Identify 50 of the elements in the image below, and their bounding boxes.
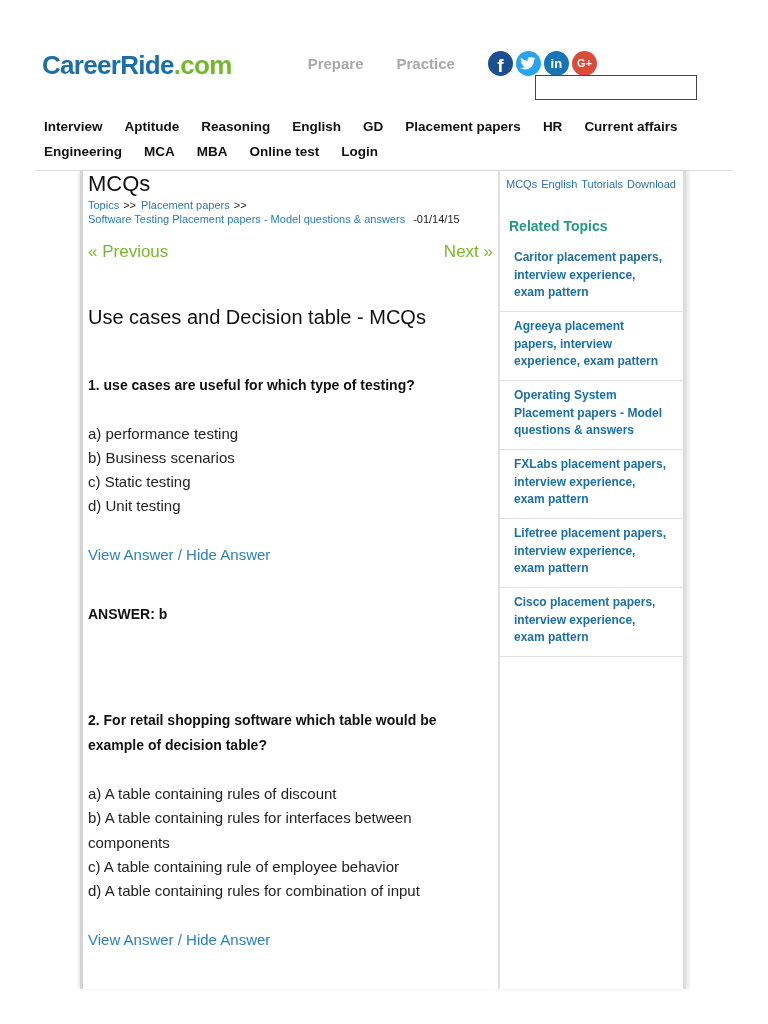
nav-link[interactable]: MBA [196,138,228,164]
nav-link[interactable]: MCA [144,138,175,164]
related-topic-link[interactable]: Cisco placement papers, interview experience, exam pattern [500,588,683,657]
twitter-icon[interactable] [515,51,541,76]
nav-link[interactable]: Login [341,138,379,164]
sidebar-tab[interactable]: English [541,176,578,192]
sidebar-tab[interactable]: Download [627,176,676,192]
nav-link[interactable]: GD [363,113,384,139]
related-topic-link[interactable]: Agreeya placement papers, interview experience, exam pattern [500,312,683,381]
nav-link[interactable]: Engineering [44,138,122,164]
nav-link[interactable]: English [292,113,342,139]
search-field[interactable] [534,75,697,100]
nav-link[interactable]: Placement papers [405,113,521,139]
nav-link[interactable]: Current affairs [584,113,678,139]
breadcrumb-date: -01/14/15 [413,213,460,225]
related-topic-link[interactable]: Lifetree placement papers, interview experience, exam pattern [500,519,683,588]
section-title: MCQs [88,171,151,197]
nav-link[interactable]: Interview [44,113,103,139]
answer-option: c) Static testing [88,470,493,495]
breadcrumb-link[interactable]: Topics [88,199,120,211]
related-topic-link[interactable]: Operating System Placement papers - Model questions & answers [500,381,683,450]
answer-text: ANSWER: b [88,604,169,624]
nav-link[interactable]: Reasoning [201,113,271,139]
google-plus-icon[interactable]: G+ [571,51,597,76]
related-topic-link[interactable]: Caritor placement papers, interview experience, exam pattern [500,243,683,312]
answer-option: d) A table containing rules for combination of input [88,879,493,904]
breadcrumb-link[interactable]: Placement papers [141,199,230,211]
breadcrumb-link[interactable]: Software Testing Placement papers - Model questions & answers [88,213,406,225]
question-text: 2. For retail shopping software which table would be example of decision table? [88,711,438,756]
view-answer-link[interactable]: View Answer / Hide Answer [88,542,271,567]
breadcrumb-separator: >> [233,199,247,211]
question-text: 1. use cases are useful for which type of testing? [88,375,416,395]
answer-option: c) A table containing rule of employee behavior [88,855,493,880]
nav-link[interactable]: HR [542,113,563,139]
answer-option: a) performance testing [88,421,493,446]
facebook-icon[interactable]: f [487,51,513,76]
related-topic-link[interactable]: FXLabs placement papers, interview experience, exam pattern [500,450,683,519]
site-logo[interactable]: CareerRide.com [42,50,232,80]
breadcrumb-separator: >> [123,199,137,211]
related-topics-heading: Related Topics [509,217,608,236]
answer-option: b) Business scenarios [88,445,493,471]
linkedin-icon[interactable]: in [543,51,569,76]
sidebar-tab[interactable]: MCQs [506,176,538,192]
answer-option: d) Unit testing [88,494,493,519]
sidebar-tab[interactable]: Tutorials [581,176,624,192]
view-answer-link[interactable]: View Answer / Hide Answer [88,927,271,952]
nav-link[interactable]: Online test [249,138,320,164]
nav-link[interactable]: Aptitude [124,113,180,139]
page-title: Use cases and Decision table - MCQs [88,305,427,329]
answer-option: a) A table containing rules of discount [88,782,493,807]
